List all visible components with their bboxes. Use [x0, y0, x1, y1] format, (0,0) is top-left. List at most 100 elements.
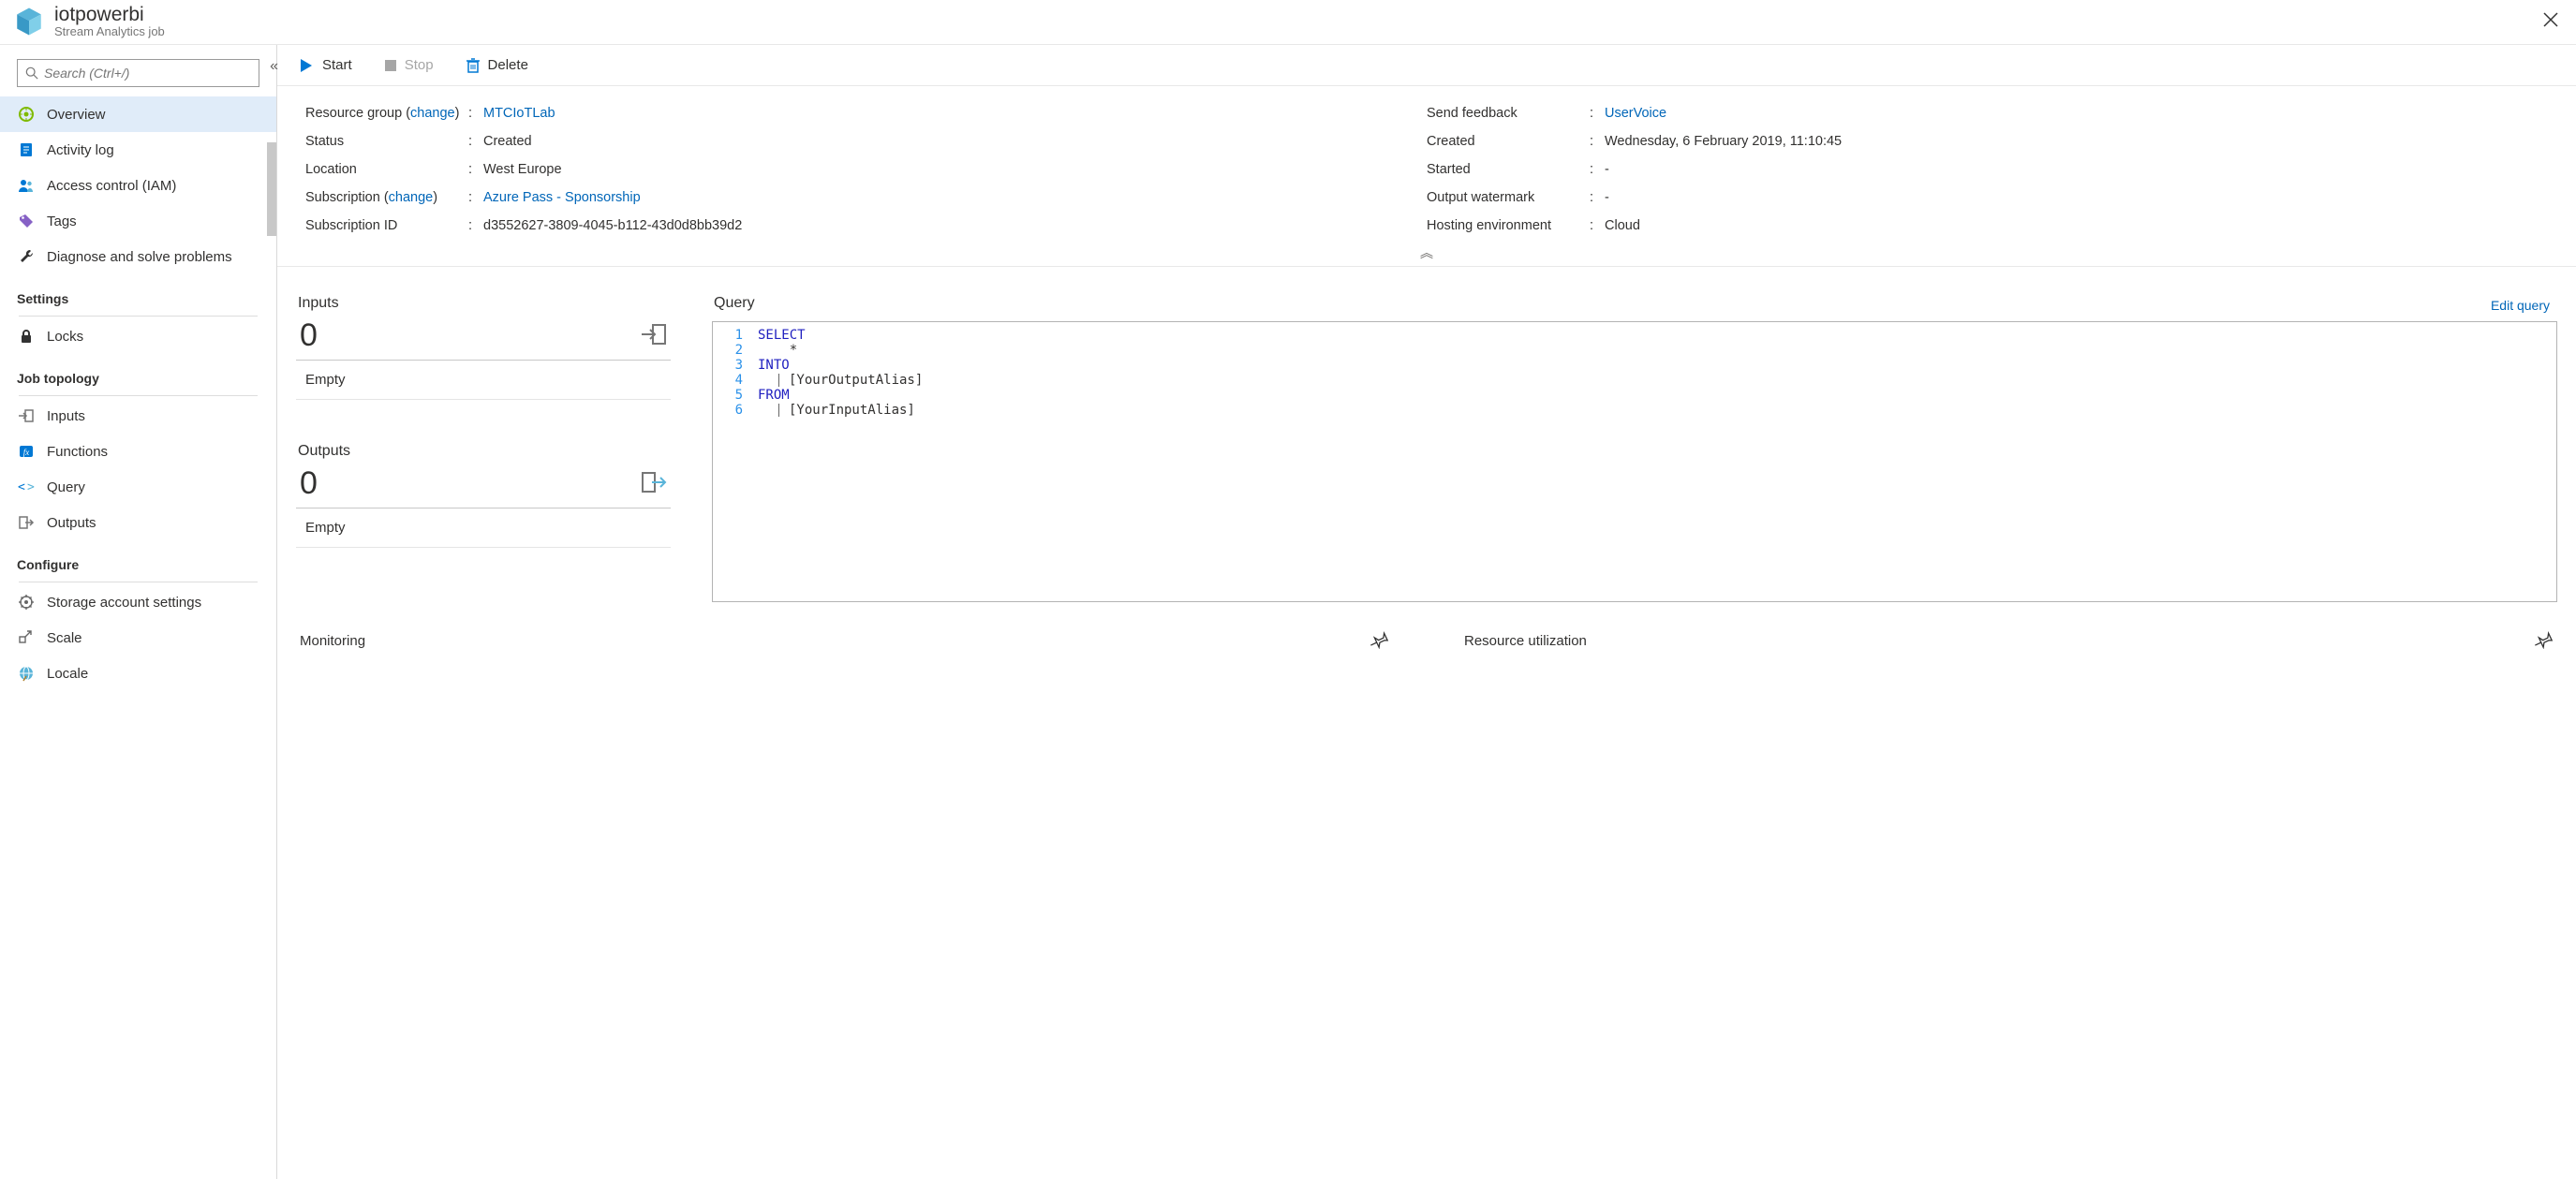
- sidebar-item-locale[interactable]: Locale: [0, 656, 276, 691]
- query-title: Query: [714, 295, 755, 312]
- svg-text:<: <: [18, 480, 25, 494]
- wrench-icon: [17, 247, 36, 266]
- command-bar: Start Stop Delete: [277, 45, 2576, 86]
- resource-group-link[interactable]: MTCIoTLab: [483, 106, 1427, 121]
- delete-button[interactable]: Delete: [466, 57, 528, 74]
- scrollbar-thumb[interactable]: [267, 142, 276, 236]
- sidebar-item-label: Inputs: [47, 408, 85, 424]
- location-value: West Europe: [483, 162, 1427, 177]
- collapse-properties[interactable]: ︽: [277, 245, 2576, 267]
- content-pane: Start Stop Delete Resource group: [277, 45, 2576, 1179]
- blade-header: iotpowerbi Stream Analytics job: [0, 0, 2576, 45]
- scale-icon: [17, 628, 36, 647]
- sidebar-item-diagnose[interactable]: Diagnose and solve problems: [0, 239, 276, 274]
- output-icon: [17, 513, 36, 532]
- stop-label: Stop: [405, 57, 434, 73]
- inputs-empty: Empty: [296, 361, 671, 400]
- play-icon: [298, 57, 315, 74]
- section-configure: Configure: [0, 540, 276, 578]
- input-icon: [17, 406, 36, 425]
- created-value: Wednesday, 6 February 2019, 11:10:45: [1605, 134, 2548, 149]
- prop-label-hosting: Hosting environment: [1427, 218, 1595, 233]
- change-rg-link[interactable]: change: [410, 106, 455, 121]
- sidebar-item-activity-log[interactable]: Activity log: [0, 132, 276, 168]
- start-button[interactable]: Start: [298, 57, 352, 74]
- outputs-count: 0: [300, 465, 318, 502]
- sidebar-item-functions[interactable]: fx Functions: [0, 434, 276, 469]
- monitoring-title: Monitoring: [300, 633, 365, 649]
- prop-label-feedback: Send feedback: [1427, 106, 1595, 121]
- section-settings: Settings: [0, 274, 276, 312]
- properties-section: Resource group (change) : MTCIoTLab Stat…: [277, 86, 2576, 245]
- svg-text:>: >: [27, 480, 35, 494]
- close-icon[interactable]: [2539, 6, 2563, 37]
- sidebar-item-label: Query: [47, 479, 85, 495]
- divider: [19, 316, 258, 317]
- query-code: SELECT * INTO [YourOutputAlias] FROM [Yo…: [750, 322, 2556, 601]
- prop-label-location: Location: [305, 162, 474, 177]
- storage-gear-icon: [17, 593, 36, 612]
- search-icon: [25, 66, 38, 80]
- sidebar-item-locks[interactable]: Locks: [0, 318, 276, 354]
- sidebar-item-label: Outputs: [47, 515, 96, 531]
- hosting-value: Cloud: [1605, 218, 2548, 233]
- pin-icon[interactable]: [1370, 630, 1389, 652]
- prop-label-resource-group: Resource group (change): [305, 106, 474, 121]
- prop-label-status: Status: [305, 134, 474, 149]
- resource-title: iotpowerbi: [54, 4, 165, 26]
- subscription-id-value: d3552627-3809-4045-b112-43d0d8bb39d2: [483, 218, 1427, 233]
- sidebar-item-outputs[interactable]: Outputs: [0, 505, 276, 540]
- subscription-link[interactable]: Azure Pass - Sponsorship: [483, 190, 1427, 205]
- resource-type: Stream Analytics job: [54, 24, 165, 38]
- sidebar-item-label: Functions: [47, 444, 108, 460]
- prop-label-watermark: Output watermark: [1427, 190, 1595, 205]
- output-arrow-icon: [641, 471, 667, 496]
- started-value: -: [1605, 162, 2548, 177]
- prop-label-subscription-id: Subscription ID: [305, 218, 474, 233]
- uservoice-link[interactable]: UserVoice: [1605, 106, 2548, 121]
- svg-text:fx: fx: [23, 448, 30, 457]
- outputs-tile[interactable]: 0: [296, 464, 671, 508]
- overview-icon: [17, 105, 36, 124]
- resource-utilization-tile[interactable]: Resource utilization: [1464, 630, 2554, 652]
- query-editor[interactable]: 1 2 3 4 5 6 SELECT * INTO [YourOutputAli…: [712, 321, 2557, 602]
- sidebar-item-label: Locks: [47, 329, 83, 345]
- monitoring-tile[interactable]: Monitoring: [300, 630, 1389, 652]
- sidebar-item-query[interactable]: <> Query: [0, 469, 276, 505]
- sidebar-item-scale[interactable]: Scale: [0, 620, 276, 656]
- sidebar-item-label: Access control (IAM): [47, 178, 176, 194]
- sidebar-item-overview[interactable]: Overview: [0, 96, 276, 132]
- trash-icon: [466, 57, 481, 74]
- sidebar-item-label: Storage account settings: [47, 595, 201, 611]
- stop-icon: [384, 59, 397, 72]
- query-tile: Query Edit query 1 2 3 4 5 6 SELECT * IN…: [712, 295, 2557, 602]
- sidebar-item-label: Tags: [47, 214, 77, 229]
- collapse-sidebar-icon[interactable]: «: [270, 58, 278, 75]
- sidebar-item-storage[interactable]: Storage account settings: [0, 584, 276, 620]
- pin-icon[interactable]: [2535, 630, 2554, 652]
- delete-label: Delete: [488, 57, 528, 73]
- sidebar-item-tags[interactable]: Tags: [0, 203, 276, 239]
- inputs-tile[interactable]: Inputs 0 Empty Outputs 0 Empty: [296, 295, 671, 602]
- sidebar-item-label: Overview: [47, 107, 106, 123]
- search-input[interactable]: [17, 59, 259, 87]
- change-sub-link[interactable]: change: [389, 190, 434, 205]
- sidebar-item-label: Locale: [47, 666, 88, 682]
- status-value: Created: [483, 134, 1427, 149]
- sidebar-item-inputs[interactable]: Inputs: [0, 398, 276, 434]
- sidebar: « Overview Activity log: [0, 45, 277, 1179]
- activity-log-icon: [17, 140, 36, 159]
- people-icon: [17, 176, 36, 195]
- chevron-up-double-icon: ︽: [1420, 250, 1433, 256]
- watermark-value: -: [1605, 190, 2548, 205]
- prop-label-subscription: Subscription (change): [305, 190, 474, 205]
- prop-label-started: Started: [1427, 162, 1595, 177]
- edit-query-link[interactable]: Edit query: [2491, 298, 2550, 313]
- input-arrow-icon: [641, 323, 667, 348]
- inputs-count: 0: [300, 317, 318, 354]
- prop-label-created: Created: [1427, 134, 1595, 149]
- resource-utilization-title: Resource utilization: [1464, 633, 1587, 649]
- line-gutter: 1 2 3 4 5 6: [713, 322, 750, 601]
- function-icon: fx: [17, 442, 36, 461]
- sidebar-item-access-control[interactable]: Access control (IAM): [0, 168, 276, 203]
